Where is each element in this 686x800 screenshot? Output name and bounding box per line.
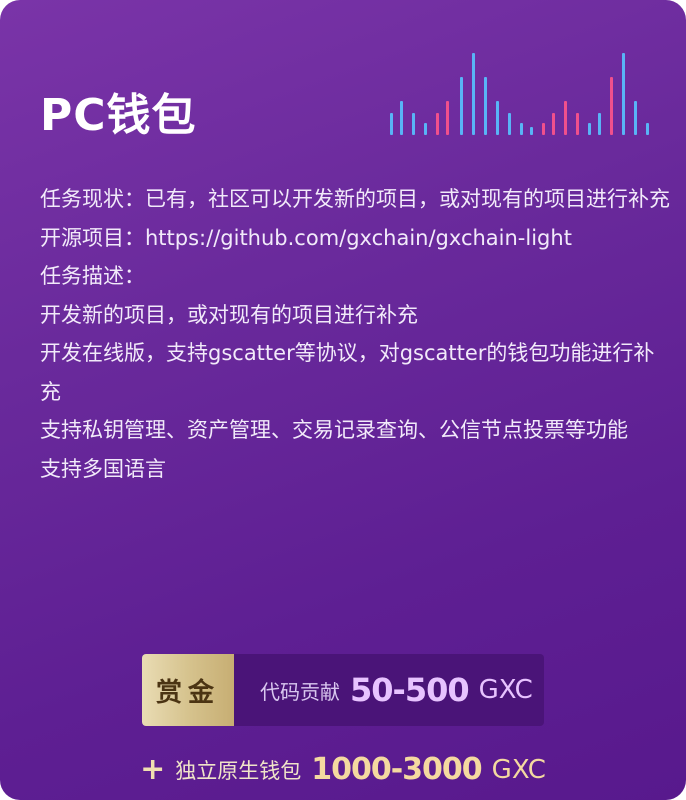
- equalizer-bar: [542, 123, 545, 135]
- equalizer-bar: [412, 113, 415, 135]
- desc-line: 支持私钥管理、资产管理、交易记录查询、公信节点投票等功能: [40, 418, 628, 442]
- task-card: PC钱包 任务现状： 已有，社区可以开发新的项目，或对现有的项目进行补充 开源项…: [0, 0, 686, 800]
- plus-icon: +: [140, 751, 166, 787]
- bounty-box: 赏金 代码贡献 50-500 GXC: [142, 654, 544, 726]
- source-row: 开源项目： https://github.com/gxchain/gxchain…: [40, 219, 670, 258]
- task-details: 任务现状： 已有，社区可以开发新的项目，或对现有的项目进行补充 开源项目： ht…: [40, 180, 670, 488]
- equalizer-bar: [484, 77, 487, 135]
- equalizer-decoration: [390, 53, 649, 135]
- extra-unit: GXC: [491, 754, 546, 785]
- desc-row: 任务描述：: [40, 257, 670, 296]
- status-value: 已有，社区可以开发新的项目，或对现有的项目进行补充: [145, 187, 670, 211]
- desc-line: 开发在线版，支持gscatter等协议，对gscatter的钱包功能进行补充: [40, 341, 655, 404]
- desc-line: 开发新的项目，或对现有的项目进行补充: [40, 302, 418, 327]
- equalizer-bar: [564, 101, 567, 135]
- desc-line: 支持多国语言: [40, 456, 166, 481]
- extra-text: 独立原生钱包: [175, 758, 302, 783]
- equalizer-bar: [436, 113, 439, 135]
- source-link[interactable]: https://github.com/gxchain/gxchain-light: [145, 219, 670, 258]
- equalizer-bar: [622, 53, 625, 135]
- page-title: PC钱包: [40, 90, 197, 141]
- bounty-tag: 赏金: [142, 654, 234, 726]
- equalizer-bar: [598, 113, 601, 135]
- equalizer-bar: [424, 123, 427, 135]
- equalizer-bar: [610, 77, 613, 135]
- equalizer-bar: [552, 113, 555, 135]
- bounty-body: 代码贡献 50-500 GXC: [234, 654, 544, 726]
- equalizer-bar: [588, 123, 591, 135]
- status-row: 任务现状： 已有，社区可以开发新的项目，或对现有的项目进行补充: [40, 180, 670, 219]
- equalizer-bar: [496, 101, 499, 135]
- bounty-unit: GXC: [478, 675, 533, 705]
- equalizer-bar: [634, 101, 637, 135]
- equalizer-bar: [520, 123, 523, 135]
- bounty-text: 代码贡献: [260, 679, 340, 704]
- status-label: 任务现状：: [40, 187, 145, 211]
- equalizer-bar: [576, 113, 579, 135]
- equalizer-bar: [472, 53, 475, 135]
- desc-label: 任务描述：: [40, 264, 145, 288]
- extra-amount: 1000-3000: [311, 752, 482, 787]
- equalizer-bar: [446, 101, 449, 135]
- equalizer-bar: [460, 77, 463, 135]
- source-label: 开源项目：: [40, 225, 145, 250]
- equalizer-bar: [390, 113, 393, 135]
- equalizer-bar: [400, 101, 403, 135]
- bounty-amount: 50-500: [350, 671, 470, 709]
- equalizer-bar: [646, 123, 649, 135]
- equalizer-bar: [508, 113, 511, 135]
- equalizer-bar: [530, 127, 533, 135]
- extra-bounty: + 独立原生钱包 1000-3000 GXC: [0, 752, 686, 787]
